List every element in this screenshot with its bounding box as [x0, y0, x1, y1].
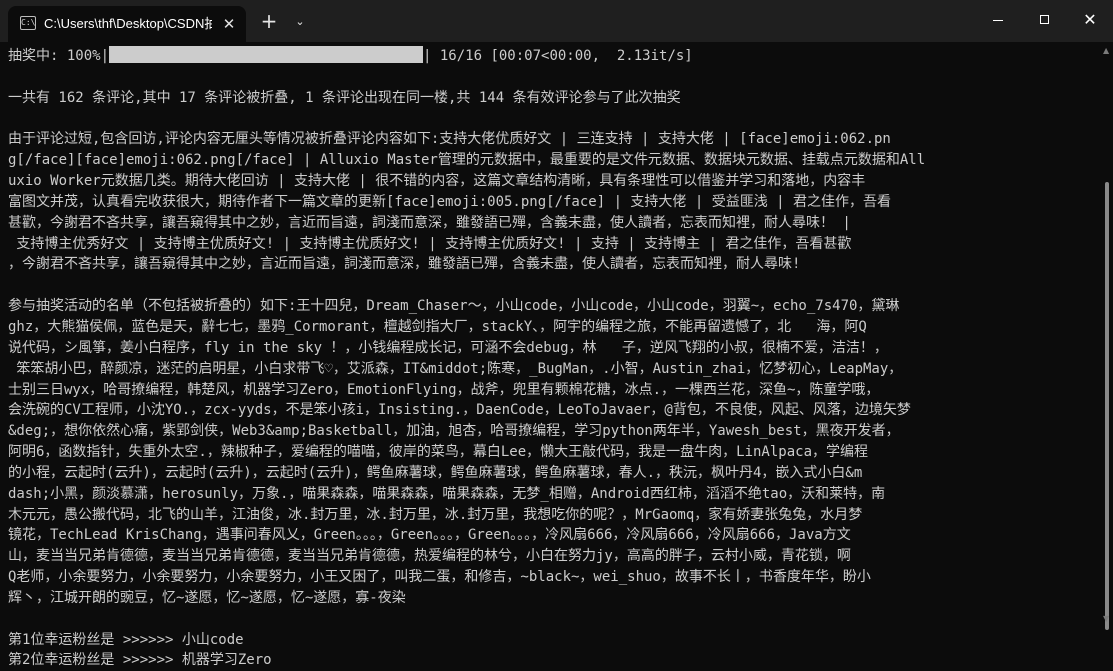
title-bar: C:\ C:\Users\thf\Desktop\CSDN抽 ✕ + ⌄ ✕ — [0, 0, 1113, 42]
console-output[interactable]: 抽奖中: 100%| | 16/16 [00:07<00:00, 2.13it/s… — [8, 46, 1093, 668]
progress-line: 抽奖中: 100%| | 16/16 [00:07<00:00, 2.13it/s… — [8, 46, 1093, 67]
console-line: uxio Worker元数据几类。期待大佬回访 | 支持大佬 | 很不错的内容，… — [8, 173, 866, 190]
console-line: 辉丶，江城开朗的豌豆，忆~遂愿，忆~遂愿，忆~遂愿，寡-夜染 — [8, 589, 406, 606]
scroll-down-icon[interactable]: ▼ — [1103, 614, 1109, 623]
console-line: 阿明6，函数指针，失重外太空.，辣椒种子，爱编程的喵喵，彼岸的菜鸟，幕白Lee，… — [8, 444, 868, 461]
console-line: 山，麦当当兄弟肯德德，麦当当兄弟肯德德，麦当当兄弟肯德德，热爱编程的林兮，小白在… — [8, 548, 851, 565]
console-line: 木元元，愚公搬代码，北飞的山羊，江油俊，冰.封万里，冰.封万里，冰.封万里，我想… — [8, 506, 863, 523]
console-line: ，今謝君不吝共享，讓吾窺得其中之妙，言近而旨遠，詞淺而意深，雖發語已殫，含義未盡… — [8, 256, 801, 273]
progress-bar — [109, 46, 424, 63]
scrollbar[interactable]: ▲ ▼ — [1101, 42, 1113, 630]
scroll-thumb[interactable] — [1105, 182, 1109, 630]
console-line: 支持博主优秀好文 | 支持博主优质好文! | 支持博主优质好文! | 支持博主优… — [8, 235, 852, 252]
console-line: 甚歡，今謝君不吝共享，讓吾窺得其中之妙，言近而旨遠，詞淺而意深，雖發語已殫，含義… — [8, 214, 851, 231]
console-line: 笨笨胡小巴，醉颜凉，迷茫的启明星，小白求带飞♡，艾派森，IT&middot;陈寒… — [8, 360, 903, 377]
minimize-icon[interactable] — [975, 0, 1021, 40]
close-icon[interactable]: ✕ — [218, 13, 240, 35]
progress-suffix: | 16/16 [00:07<00:00, 2.13it/s] — [423, 48, 693, 64]
console-line: 说代码，シ風箏，姜小白程序，fly in the sky ！，小钱编程成长记，可… — [8, 339, 888, 356]
console-line: 由于评论过短,包含回访,评论内容无厘头等情况被折叠评论内容如下:支持大佬优质好文… — [8, 131, 891, 148]
console-line: 士别三日wyx，哈哥撩编程，韩楚风，机器学习Zero，EmotionFlying… — [8, 381, 880, 398]
console-line: ghz，大熊猫侯佩，蓝色是天，辭七七，墨鸦_Cormorant，檀越剑指大厂，s… — [8, 318, 867, 335]
console-line: 第1位幸运粉丝是 >>>>>> 小山code — [8, 631, 244, 648]
scroll-up-icon[interactable]: ▲ — [1103, 46, 1109, 55]
console-line: 镜花，TechLead KrisChang，遇事问春风乂，Green。。。，Gr… — [8, 527, 851, 544]
terminal-tab[interactable]: C:\ C:\Users\thf\Desktop\CSDN抽 ✕ — [8, 6, 246, 42]
console-line: Q老师，小余要努力，小余要努力，小余要努力，小王又困了，叫我二蛋，和修吉，~bl… — [8, 569, 871, 586]
console-line: 第2位幸运粉丝是 >>>>>> 机器学习Zero — [8, 652, 272, 669]
maximize-icon[interactable] — [1021, 0, 1067, 40]
progress-prefix: 抽奖中: 100%| — [8, 48, 110, 64]
console-line: dash;小黑，颜淡慕潇，herosunly，万象.，喵果森森，喵果森森，喵果森… — [8, 485, 886, 502]
console-line: 富图文并茂，认真看完收获很大，期待作者下一篇文章的更新[face]emoji:0… — [8, 193, 892, 210]
terminal-icon: C:\ — [20, 16, 36, 30]
output-lines: 一共有 162 条评论,其中 17 条评论被折叠, 1 条评论出现在同一楼,共 … — [8, 67, 1093, 671]
console-line: 一共有 162 条评论,其中 17 条评论被折叠, 1 条评论出现在同一楼,共 … — [8, 89, 681, 106]
console-line: 的小程，云起时(云升)，云起时(云升)，云起时(云升)，鳄鱼麻薯球，鳄鱼麻薯球，… — [8, 464, 863, 481]
chevron-down-icon[interactable]: ⌄ — [290, 10, 310, 34]
close-icon[interactable]: ✕ — [1067, 0, 1113, 40]
console-line: 会洗碗的CV工程师，小沈YO.，zcx-yyds，不是笨小孩i，Insistin… — [8, 402, 911, 419]
console-line: g[/face][face]emoji:062.png[/face] | All… — [8, 152, 926, 169]
console-line: &deg;，想你依然心痛，紫郢剑侠，Web3&amp;Basketball，加油… — [8, 423, 900, 440]
tab-title: C:\Users\thf\Desktop\CSDN抽 — [44, 16, 212, 31]
plus-icon[interactable]: + — [257, 10, 281, 34]
console-line: 参与抽奖活动的名单（不包括被折叠的）如下:王十四兒，Dream_Chaser～，… — [8, 298, 900, 315]
